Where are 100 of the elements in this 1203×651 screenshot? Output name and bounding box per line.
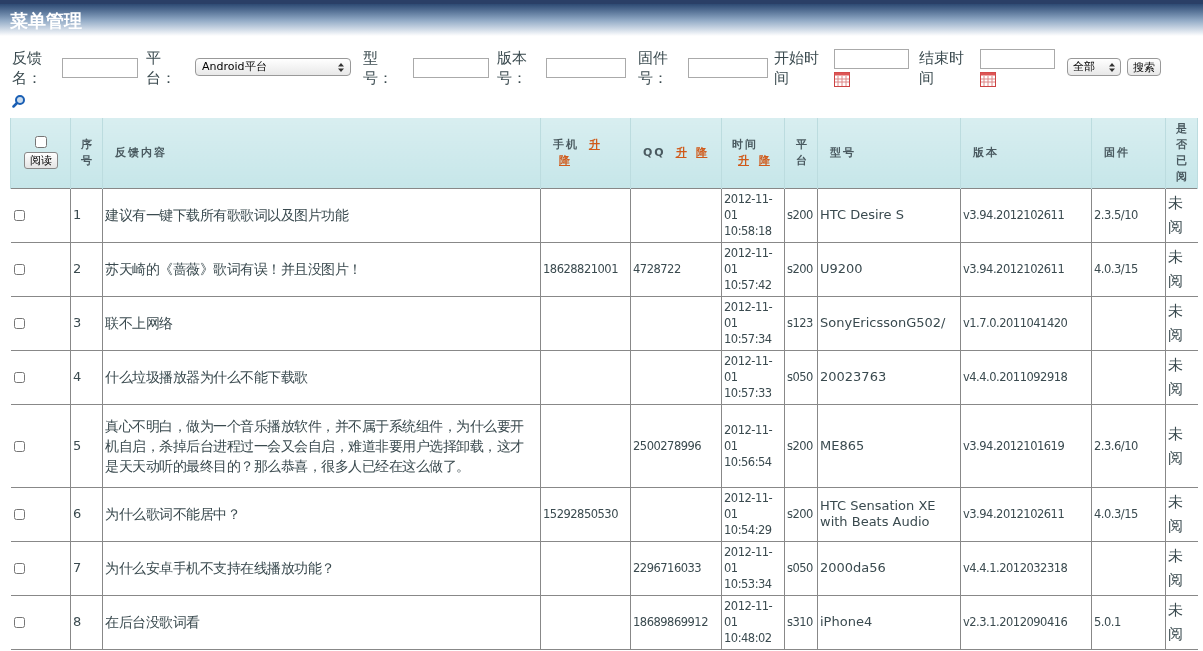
sort-link[interactable]: 降	[758, 153, 770, 167]
filter-label: 平台：	[145, 48, 177, 88]
platform-code: s200	[787, 208, 813, 222]
app-version: v4.4.1.2012032318	[963, 561, 1068, 575]
feedback-text: 苏天崎的《蔷薇》歌词有误！并且没图片！	[105, 261, 362, 277]
row-number: 3	[73, 315, 82, 330]
filter-input[interactable]	[687, 58, 768, 78]
filter-label: 结束时间	[919, 48, 965, 88]
app-version: v3.94.2012102611	[963, 208, 1065, 222]
sort-link[interactable]: 降	[559, 153, 570, 167]
phone-number: 18628821001	[543, 262, 618, 276]
scope-select[interactable]: 全部	[1066, 58, 1121, 76]
timestamp: 2012-11-01 10:54:29	[724, 491, 773, 537]
feedback-text: 真心不明白，做为一个音乐播放软件，并不属于系统组件，为什么要开机自启，杀掉后台进程过一会又会自启，难道非要用户选择卸载，这才是天天动听的最终目的？那么恭喜，很多人已经在这么做了。	[105, 417, 524, 474]
column-header: 平台	[795, 136, 807, 169]
row-number: 2	[73, 261, 82, 276]
row-checkbox[interactable]	[13, 264, 25, 276]
firmware-version: 2.3.5/10	[1094, 208, 1138, 222]
row-checkbox[interactable]	[13, 509, 25, 521]
app-version: v3.94.2012101619	[963, 438, 1065, 453]
read-status: 未阅	[1168, 301, 1183, 346]
timestamp: 2012-11-01 10:53:34	[724, 545, 773, 591]
row-number: 6	[73, 506, 82, 521]
filter-input[interactable]	[61, 58, 138, 78]
row-number: 7	[73, 560, 82, 575]
calendar-icon[interactable]	[834, 72, 850, 87]
row-number: 4	[73, 369, 82, 384]
timestamp: 2012-11-01 10:48:02	[724, 599, 773, 645]
filter-label: 版本号：	[496, 48, 528, 88]
column-header: 手机	[553, 137, 579, 151]
row-checkbox[interactable]	[13, 617, 25, 629]
select-all-checkbox[interactable]	[34, 136, 47, 149]
platform-code: s123	[787, 316, 813, 330]
timestamp: 2012-11-01 10:57:33	[724, 354, 773, 400]
column-header: 型号	[830, 145, 856, 159]
sort-link[interactable]: 升	[675, 145, 687, 159]
search-button[interactable]: 搜索	[1126, 58, 1161, 76]
app-version: v3.94.2012102611	[963, 262, 1065, 276]
firmware-version: 4.0.3/15	[1094, 507, 1138, 521]
timestamp: 2012-11-01 10:57:42	[724, 246, 773, 292]
qq-number: 4728722	[633, 262, 681, 276]
platform-code: s200	[787, 507, 813, 521]
column-header: 序号	[81, 136, 92, 169]
platform-code: s050	[787, 561, 813, 575]
column-header: QQ	[643, 145, 666, 159]
device-model: 20023763	[820, 369, 887, 384]
device-model: iPhone4	[820, 614, 873, 629]
row-checkbox[interactable]	[13, 440, 25, 452]
read-button[interactable]: 阅读	[23, 152, 58, 170]
sort-link[interactable]: 升	[588, 137, 600, 151]
row-number: 8	[73, 614, 82, 629]
row-checkbox[interactable]	[13, 318, 25, 330]
sort-link[interactable]: 升	[738, 153, 749, 167]
calendar-icon[interactable]	[979, 72, 996, 87]
read-status: 未阅	[1168, 355, 1183, 400]
qq-number: 2500278996	[633, 438, 702, 453]
feedback-text: 为什么歌词不能居中？	[105, 506, 240, 522]
device-model: HTC Sensation XE with Beats Audio	[820, 498, 936, 529]
feedback-text: 联不上网络	[105, 315, 173, 331]
filter-input[interactable]	[412, 58, 489, 78]
firmware-version: 4.0.3/15	[1094, 262, 1138, 276]
qq-number: 18689869912	[633, 615, 708, 629]
date-input[interactable]	[979, 49, 1055, 69]
app-version: v2.3.1.2012090416	[963, 615, 1068, 629]
device-model: SonyEricssonG502/	[820, 315, 946, 330]
row-checkbox[interactable]	[13, 372, 25, 384]
qq-number: 2296716033	[633, 561, 702, 575]
filter-label: 固件号：	[638, 48, 669, 88]
dropdown-arrows-icon	[1108, 62, 1115, 72]
app-version: v3.94.2012102611	[963, 507, 1065, 521]
app-version: v1.7.0.2011041420	[963, 316, 1068, 330]
filter-input[interactable]	[546, 58, 626, 78]
read-status: 未阅	[1168, 600, 1183, 645]
column-header: 版本	[973, 145, 999, 159]
date-input[interactable]	[834, 49, 909, 69]
row-checkbox[interactable]	[13, 563, 25, 575]
filter-label: 型号：	[363, 48, 394, 88]
read-status: 未阅	[1168, 492, 1183, 537]
filter-label: 开始时间	[773, 48, 820, 88]
timestamp: 2012-11-01 10:58:18	[724, 192, 773, 238]
app-version: v4.4.0.2011092918	[963, 370, 1068, 384]
dropdown-arrows-icon	[338, 62, 344, 72]
column-header: 固件	[1104, 145, 1130, 159]
column-header: 反馈内容	[115, 145, 167, 159]
sort-link[interactable]: 降	[696, 145, 708, 159]
device-model: 2000da56	[820, 560, 886, 575]
row-number: 5	[73, 437, 82, 453]
feedback-text: 什么垃圾播放器为什么不能下载歌	[105, 369, 308, 385]
feedback-text: 在后台没歌词看	[105, 614, 200, 630]
row-checkbox[interactable]	[13, 210, 25, 222]
read-status: 未阅	[1168, 546, 1183, 591]
timestamp: 2012-11-01 10:56:54	[724, 422, 773, 469]
page-title: 菜单管理	[9, 9, 82, 33]
feedback-text: 为什么安卓手机不支持在线播放功能？	[105, 560, 335, 576]
phone-number: 15292850530	[543, 507, 618, 521]
platform-select[interactable]: Android平台	[195, 58, 351, 76]
platform-code: s050	[787, 370, 813, 384]
read-status: 未阅	[1168, 247, 1183, 292]
search-icon[interactable]	[12, 94, 26, 108]
feedback-text: 建议有一键下载所有歌歌词以及图片功能	[105, 207, 348, 223]
